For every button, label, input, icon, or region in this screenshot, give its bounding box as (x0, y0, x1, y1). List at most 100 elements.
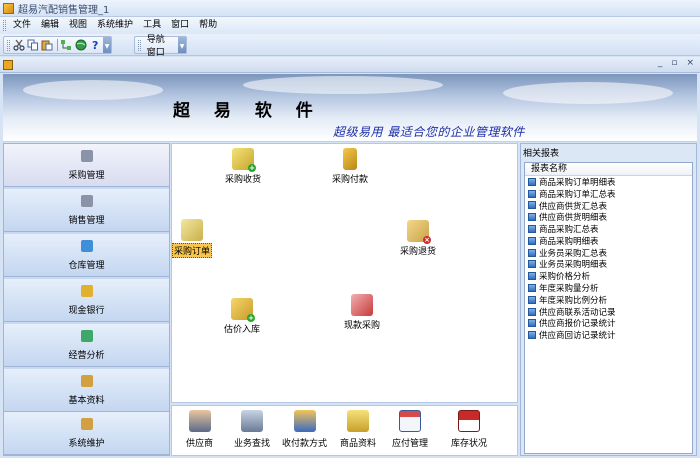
warehouse-icon (80, 239, 93, 252)
brand-slogan: 超级易用 最适合您的企业管理软件 (333, 125, 525, 139)
list-item[interactable]: 采购价格分析 (525, 270, 692, 282)
toolbar-grip-icon[interactable] (7, 39, 10, 51)
related-reports-panel: 相关报表 报表名称 商品采购订单明细表 商品采购订单汇总表 供应商供货汇总表 供… (520, 143, 697, 456)
nav-sales[interactable]: 销售管理 (4, 189, 169, 232)
tool-supplier[interactable]: 供应商 (186, 410, 213, 449)
nav-warehouse[interactable]: 仓库管理 (4, 234, 169, 277)
toolbar-grip-icon[interactable] (138, 39, 141, 51)
flow-label: 估价入库 (224, 325, 261, 335)
title-bar: 超易汽配销售管理_1 (0, 0, 700, 17)
left-navigation: 采购管理 销售管理 仓库管理 现金银行 经营分析 基本资料 系统维护 (3, 143, 170, 456)
cloud-decoration (503, 82, 673, 104)
list-item[interactable]: 商品采购明细表 (525, 235, 692, 247)
cut-icon[interactable] (13, 37, 25, 53)
tool-payment-method[interactable]: 收付款方式 (282, 410, 327, 449)
menu-window[interactable]: 窗口 (166, 18, 194, 33)
flow-receive[interactable]: + 采购收货 (225, 148, 261, 185)
report-name: 年度采购量分析 (539, 284, 599, 295)
list-item[interactable]: 商品采购订单汇总表 (525, 188, 692, 200)
tool-business-search[interactable]: 业务查找 (234, 410, 270, 449)
menu-tools[interactable]: 工具 (138, 18, 166, 33)
cloud-decoration (243, 76, 443, 94)
flow-order[interactable]: 采购订单 (172, 219, 213, 258)
column-header[interactable]: 报表名称 (525, 163, 692, 176)
payment-icon (343, 148, 357, 170)
tool-inventory[interactable]: 库存状况 (451, 410, 487, 449)
analysis-icon (80, 329, 93, 342)
payment-method-icon (293, 410, 316, 432)
menu-view[interactable]: 视图 (64, 18, 92, 33)
goods-data-icon (347, 410, 369, 432)
report-name: 商品采购订单明细表 (539, 177, 616, 188)
help-icon[interactable]: ? (89, 37, 101, 53)
mdi-child-bar: _ ▫ × (0, 57, 700, 73)
menu-edit[interactable]: 编辑 (36, 18, 64, 33)
flow-estimate[interactable]: + 估价入库 (224, 298, 260, 335)
report-icon (528, 260, 536, 269)
report-name: 商品采购明细表 (539, 236, 599, 247)
tree-icon[interactable] (60, 37, 72, 53)
plus-icon: + (248, 164, 256, 172)
tool-label: 应付管理 (392, 439, 429, 449)
list-item[interactable]: 商品采购汇总表 (525, 223, 692, 235)
child-window-icon[interactable] (3, 59, 13, 70)
menu-help[interactable]: 帮助 (194, 18, 222, 33)
nav-cash-bank[interactable]: 现金银行 (4, 279, 169, 322)
list-item[interactable]: 业务员采购明细表 (525, 259, 692, 270)
list-item[interactable]: 供应商回访记录统计 (525, 329, 692, 341)
menu-system-maintenance[interactable]: 系统维护 (92, 18, 138, 33)
paste-icon[interactable] (41, 37, 53, 53)
report-icon (528, 248, 536, 257)
report-icon (528, 295, 536, 304)
nav-basic-data[interactable]: 基本资料 (4, 369, 169, 412)
cloud-decoration (23, 80, 163, 100)
calendar-icon (399, 410, 421, 432)
report-icon (528, 319, 536, 328)
nav-system[interactable]: 系统维护 (4, 412, 169, 455)
nav-label: 经营分析 (68, 350, 105, 361)
flow-return[interactable]: × 采购退货 (400, 220, 436, 257)
minimize-icon[interactable]: _ (658, 58, 663, 68)
svg-text:?: ? (92, 39, 98, 51)
window-title: 超易汽配销售管理_1 (18, 4, 110, 16)
flow-payment[interactable]: 采购付款 (332, 148, 368, 185)
report-name: 业务员采购汇总表 (539, 248, 608, 259)
restore-icon[interactable]: ▫ (671, 58, 677, 68)
menu-file[interactable]: 文件 (8, 18, 36, 33)
list-item[interactable]: 供应商供货明细表 (525, 211, 692, 223)
purchase-flow-panel: + 采购收货 采购付款 采购订单 × 采购退货 + 估价入库 现款采购 (171, 143, 518, 403)
banner: 超 易 软 件 超级易用 最适合您的企业管理软件 (3, 74, 697, 142)
list-item[interactable]: 业务员采购汇总表 (525, 247, 692, 259)
list-item[interactable]: 年度采购量分析 (525, 282, 692, 294)
flow-cash-purchase[interactable]: 现款采购 (344, 294, 380, 331)
toolbar-overflow-icon[interactable]: ▼ (178, 37, 186, 53)
tool-goods-data[interactable]: 商品资料 (340, 410, 376, 449)
globe-icon[interactable] (75, 37, 87, 53)
close-icon[interactable]: × (686, 58, 694, 68)
report-name: 商品采购汇总表 (539, 225, 599, 236)
app-icon (3, 2, 14, 14)
brand-name: 超 易 软 件 (173, 101, 322, 121)
cross-icon: × (423, 236, 431, 244)
list-item[interactable]: 年度采购比例分析 (525, 294, 692, 306)
nav-window-button[interactable]: 导航窗口 (143, 32, 177, 58)
report-name: 商品采购订单汇总表 (539, 189, 616, 200)
flow-label: 现款采购 (344, 321, 381, 331)
nav-analysis[interactable]: 经营分析 (4, 324, 169, 367)
list-item[interactable]: 供应商供货汇总表 (525, 200, 692, 212)
toolbar-separator (56, 39, 58, 51)
copy-icon[interactable] (27, 37, 39, 53)
tool-payable[interactable]: 应付管理 (392, 410, 428, 449)
report-icon (528, 177, 536, 186)
nav-purchase[interactable]: 采购管理 (4, 144, 169, 187)
list-item[interactable]: 供应商报价记录统计 (525, 318, 692, 330)
toolbar-overflow-icon[interactable]: ▼ (103, 37, 111, 53)
report-name: 供应商供货明细表 (539, 213, 608, 224)
nav-label: 采购管理 (68, 170, 105, 181)
menubar-grip-icon[interactable] (3, 20, 6, 31)
nav-label: 仓库管理 (68, 260, 105, 271)
list-item[interactable]: 商品采购订单明细表 (525, 176, 692, 188)
cash-purchase-icon (351, 294, 373, 316)
report-name: 供应商报价记录统计 (539, 319, 616, 330)
list-item[interactable]: 供应商联系活动记录 (525, 306, 692, 318)
